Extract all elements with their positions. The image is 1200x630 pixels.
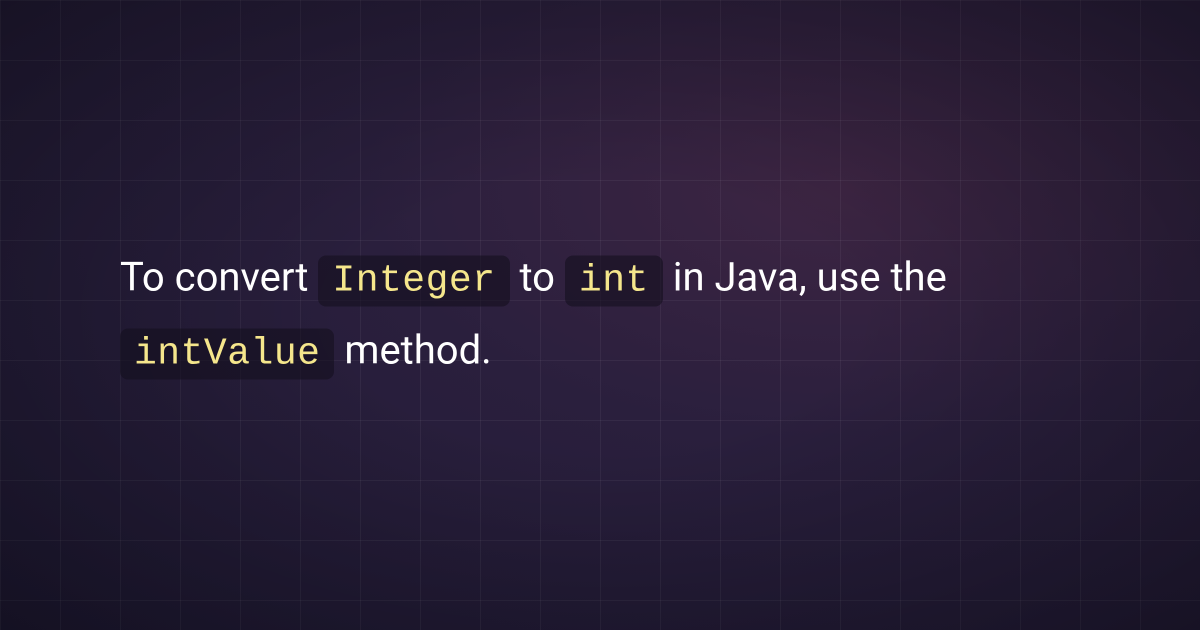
main-text: To convert Integer to int in Java, use t… <box>120 243 1080 388</box>
code-integer: Integer <box>318 256 509 307</box>
text-segment-4: method. <box>334 326 491 373</box>
code-int: int <box>565 256 663 307</box>
text-segment-1: To convert <box>120 254 318 301</box>
code-intvalue: intValue <box>120 328 334 379</box>
text-segment-2: to <box>510 254 565 301</box>
text-segment-3: in Java, use the <box>663 254 947 301</box>
